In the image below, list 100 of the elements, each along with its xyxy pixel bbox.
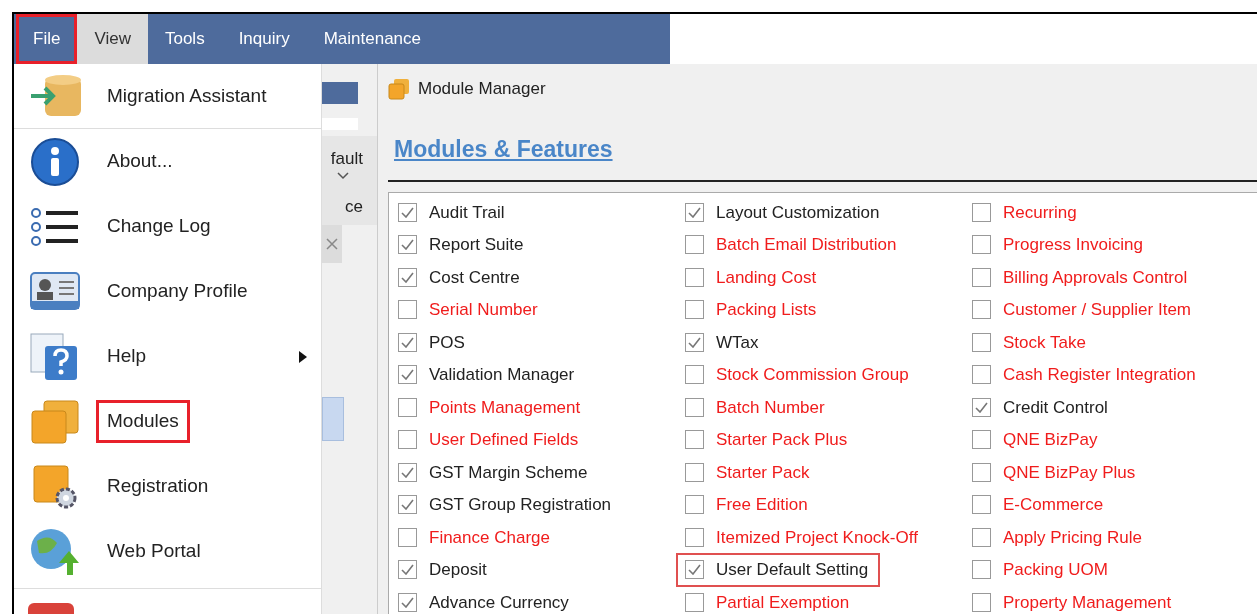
checkbox[interactable] <box>972 592 991 612</box>
checkbox[interactable] <box>685 332 704 352</box>
module-checkbox-row[interactable]: WTax <box>676 325 771 360</box>
module-checkbox-row[interactable]: Credit Control <box>963 390 1120 425</box>
menu-tab[interactable]: File <box>16 14 78 64</box>
module-checkbox-row[interactable]: Recurring <box>963 195 1089 230</box>
module-checkbox-row[interactable]: Cash Register Integration <box>963 357 1208 392</box>
module-checkbox-row[interactable]: E-Commerce <box>963 487 1116 522</box>
module-checkbox-row[interactable]: Stock Commission Group <box>676 357 921 392</box>
section-heading[interactable]: Modules & Features <box>394 131 613 166</box>
checkbox[interactable] <box>398 430 417 450</box>
module-checkbox-row[interactable]: Finance Charge <box>389 520 562 555</box>
module-label: Apply Pricing Rule <box>1003 526 1142 549</box>
menu-item-label: Migration Assistant <box>106 83 268 108</box>
panel-text: ce <box>345 195 363 218</box>
module-checkbox-row[interactable]: Billing Approvals Control <box>963 260 1200 295</box>
module-checkbox-row[interactable]: Audit Trail <box>389 195 517 230</box>
module-checkbox-row[interactable]: User Defined Fields <box>389 422 591 457</box>
checkbox[interactable] <box>398 397 417 417</box>
checkbox[interactable] <box>972 365 991 385</box>
module-checkbox-row[interactable]: Itemized Project Knock-Off <box>676 520 930 555</box>
checkbox[interactable] <box>398 462 417 482</box>
checkbox[interactable] <box>398 332 417 352</box>
checkbox[interactable] <box>685 365 704 385</box>
module-checkbox-row[interactable]: Batch Number <box>676 390 837 425</box>
menu-item[interactable]: Help <box>14 324 321 389</box>
module-checkbox-row[interactable]: Starter Pack Plus <box>676 422 860 457</box>
menu-tab[interactable]: Inquiry <box>221 14 307 64</box>
checkbox[interactable] <box>685 527 704 547</box>
module-checkbox-row[interactable]: POS <box>389 325 477 360</box>
menu-item[interactable]: Company Profile <box>14 259 321 324</box>
module-checkbox-row[interactable]: Batch Email Distribution <box>676 227 909 262</box>
checkbox[interactable] <box>685 430 704 450</box>
checkbox[interactable] <box>972 300 991 320</box>
menu-tab[interactable]: View <box>77 14 148 64</box>
menu-item[interactable]: Modules <box>14 389 321 454</box>
checkbox[interactable] <box>972 235 991 255</box>
checkbox[interactable] <box>398 592 417 612</box>
checkbox[interactable] <box>398 560 417 580</box>
checkbox[interactable] <box>972 560 991 580</box>
menu-tab[interactable]: Maintenance <box>306 14 438 64</box>
panel-text: fault <box>330 148 363 170</box>
module-checkbox-row[interactable]: Packing Lists <box>676 292 829 327</box>
menu-item[interactable]: About... <box>14 129 321 194</box>
menu-item[interactable]: Registration <box>14 454 321 519</box>
checkbox[interactable] <box>972 430 991 450</box>
module-checkbox-row[interactable]: Packing UOM <box>963 552 1120 587</box>
module-checkbox-row[interactable]: Layout Customization <box>676 195 892 230</box>
checkbox[interactable] <box>685 592 704 612</box>
module-checkbox-row[interactable]: Landing Cost <box>676 260 829 295</box>
checkbox[interactable] <box>972 267 991 287</box>
module-checkbox-row[interactable]: Property Management <box>963 585 1184 614</box>
module-checkbox-row[interactable]: User Default Setting <box>676 552 881 587</box>
module-checkbox-row[interactable]: Stock Take <box>963 325 1098 360</box>
checkbox[interactable] <box>685 495 704 515</box>
module-label: POS <box>429 331 465 354</box>
checkbox[interactable] <box>398 267 417 287</box>
module-checkbox-row[interactable]: GST Group Registration <box>389 487 624 522</box>
checkbox[interactable] <box>398 527 417 547</box>
module-checkbox-row[interactable]: Customer / Supplier Item <box>963 292 1203 327</box>
module-checkbox-row[interactable]: QNE BizPay <box>963 422 1110 457</box>
checkbox[interactable] <box>685 300 704 320</box>
checkbox[interactable] <box>398 202 417 222</box>
checkbox[interactable] <box>685 397 704 417</box>
checkbox[interactable] <box>972 397 991 417</box>
module-checkbox-row[interactable]: Free Edition <box>676 487 820 522</box>
checkbox[interactable] <box>972 332 991 352</box>
menu-item[interactable]: Web Portal <box>14 519 321 584</box>
menu-item[interactable]: Migration Assistant <box>14 64 321 129</box>
menu-item[interactable]: Change Log <box>14 194 321 259</box>
module-checkbox-row[interactable]: Cost Centre <box>389 260 532 295</box>
menu-item-label: About... <box>106 149 174 174</box>
module-checkbox-row[interactable]: Validation Manager <box>389 357 587 392</box>
module-checkbox-row[interactable]: Progress Invoicing <box>963 227 1155 262</box>
checkbox[interactable] <box>685 462 704 482</box>
module-label: Stock Take <box>1003 331 1086 354</box>
checkbox[interactable] <box>398 300 417 320</box>
checkbox[interactable] <box>972 527 991 547</box>
module-checkbox-row[interactable]: GST Margin Scheme <box>389 455 600 490</box>
module-checkbox-row[interactable]: Deposit <box>389 552 499 587</box>
checkbox[interactable] <box>685 202 704 222</box>
module-checkbox-row[interactable]: Advance Currency <box>389 585 581 614</box>
module-checkbox-row[interactable]: Apply Pricing Rule <box>963 520 1154 555</box>
checkbox[interactable] <box>398 365 417 385</box>
module-checkbox-row[interactable]: Points Management <box>389 390 593 425</box>
module-checkbox-row[interactable]: Serial Number <box>389 292 550 327</box>
checkbox[interactable] <box>685 267 704 287</box>
module-checkbox-row[interactable]: Starter Pack <box>676 455 822 490</box>
checkbox[interactable] <box>685 235 704 255</box>
checkbox[interactable] <box>398 235 417 255</box>
module-checkbox-row[interactable]: Report Suite <box>389 227 536 262</box>
checkbox[interactable] <box>972 462 991 482</box>
checkbox[interactable] <box>398 495 417 515</box>
checkbox[interactable] <box>972 495 991 515</box>
checkbox[interactable] <box>972 202 991 222</box>
checkbox[interactable] <box>685 560 704 580</box>
module-checkbox-row[interactable]: Partial Exemption <box>676 585 862 614</box>
menu-tab[interactable]: Tools <box>147 14 222 64</box>
module-checkbox-row[interactable]: QNE BizPay Plus <box>963 455 1148 490</box>
checkmark-icon <box>401 206 414 218</box>
